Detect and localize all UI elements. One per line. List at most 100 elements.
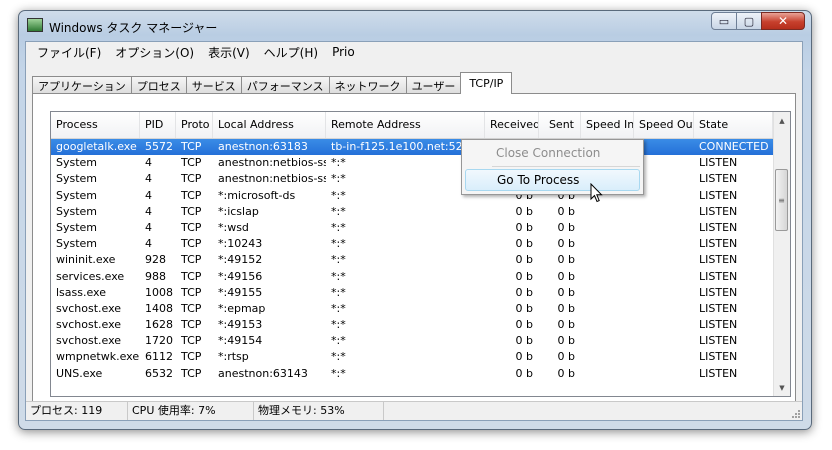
table-row[interactable]: lsass.exe 1008 TCP *:49155 *:* 0 b 0 b LISTEN [51,285,790,301]
title-bar[interactable]: Windows タスク マネージャー ▭ ▢ ✕ [19,11,811,41]
tab-processes[interactable]: プロセス [130,76,187,94]
cell-state: LISTEN [699,318,738,332]
scroll-up-button[interactable]: ▲ [774,112,790,129]
scroll-thumb[interactable]: ≡ [775,169,788,231]
menu-file[interactable]: ファイル(F) [30,44,108,61]
table-row[interactable]: wmpnetwk.exe 6112 TCP *:rtsp *:* 0 b 0 b LISTEN [51,349,790,365]
status-processes: プロセス: 119 [26,402,128,420]
tab-applications[interactable]: アプリケーション [32,76,132,94]
cell-proto: TCP [181,350,202,364]
cell-sent: 0 b [557,301,575,315]
table-row[interactable]: System4TCPanestnon:netbios-ssn*:*0 b0 bL… [51,155,790,171]
cell-pid: 1008 [145,285,173,299]
tab-services[interactable]: サービス [185,76,242,94]
list-header: Process PID Proto Local Address Remote A… [51,112,790,139]
maximize-button[interactable]: ▢ [736,12,762,30]
cell-pid: 928 [145,253,166,267]
tab-tcpip[interactable]: TCP/IP [460,72,513,94]
table-row[interactable]: System 4 TCP *:10243 *:* 0 b 0 b LISTEN [51,236,790,252]
cell-received: 0 b [515,318,533,332]
cell-pid: 4 [145,188,152,202]
resize-grip-icon[interactable] [790,408,800,418]
column-header-proto[interactable]: Proto [176,112,213,138]
cell-speed-out [634,204,694,220]
cell-state: LISTEN [699,285,738,299]
table-row[interactable]: System 4 TCP *:icslap *:* 0 b 0 b LISTEN [51,204,790,220]
cell-received: 0 b [515,334,533,348]
cell-local-address: anestnon:63143 [218,366,308,380]
cell-pid: 1408 [145,301,173,315]
cell-speed-in [581,285,634,301]
connection-list[interactable]: Process PID Proto Local Address Remote A… [50,111,791,397]
cell-process: System [56,204,98,218]
up-arrow-icon: ▲ [779,116,785,125]
menu-item-go-to-process[interactable]: Go To Process [465,169,640,191]
column-header-sent[interactable]: Sent [539,112,581,138]
tab-users[interactable]: ユーザー [405,76,462,94]
table-row[interactable]: UNS.exe 6532 TCP anestnon:63143 *:* 0 b 0 b LIS… [51,366,790,382]
cell-remote-address: *:* [331,253,346,267]
cell-speed-out [634,366,694,382]
menu-options[interactable]: オプション(O) [108,44,201,61]
cell-received: 0 b [515,253,533,267]
table-row[interactable]: svchost.exe 1408 TCP *:epmap *:* 0 b 0 b LISTEN [51,301,790,317]
status-bar: プロセス: 119 CPU 使用率: 7% 物理メモリ: 53% [26,401,802,420]
table-row[interactable]: System4TCPanestnon:netbios-ssn*:*0 b0 bL… [51,171,790,187]
cell-process: wininit.exe [56,253,116,267]
minimize-icon: ▭ [718,14,730,28]
menu-help[interactable]: ヘルプ(H) [257,44,325,61]
vertical-scrollbar[interactable]: ▲ ≡ ▼ [773,112,790,396]
column-header-speed-out[interactable]: Speed Out [634,112,694,138]
column-header-process[interactable]: Process [51,112,140,138]
cell-speed-out [634,285,694,301]
menu-view[interactable]: 表示(V) [201,44,257,61]
cell-remote-address: *:* [331,204,346,218]
status-cpu-usage: CPU 使用率: 7% [128,402,254,420]
cell-pid: 4 [145,204,152,218]
cell-remote-address: *:* [331,285,346,299]
cell-received: 0 b [515,237,533,251]
cell-speed-out [634,236,694,252]
minimize-button[interactable]: ▭ [711,12,737,30]
cell-pid: 6532 [145,366,173,380]
cell-remote-address: *:* [331,334,346,348]
column-header-state[interactable]: State [694,112,773,138]
cell-state: LISTEN [699,334,738,348]
menu-bar: ファイル(F) オプション(O) 表示(V) ヘルプ(H) Prio [26,42,802,62]
tab-performance[interactable]: パフォーマンス [240,76,330,94]
cell-process: svchost.exe [56,301,122,315]
task-manager-icon [27,18,43,32]
cell-speed-in [581,349,634,365]
table-row[interactable]: services.exe 988 TCP *:49156 *:* 0 b 0 b LISTEN [51,269,790,285]
column-header-speed-in[interactable]: Speed In [581,112,634,138]
cell-proto: TCP [181,285,202,299]
column-header-local-address[interactable]: Local Address [213,112,326,138]
column-header-received[interactable]: Received [485,112,539,138]
table-row[interactable]: svchost.exe 1628 TCP *:49153 *:* 0 b 0 b LISTEN [51,317,790,333]
table-row[interactable]: System 4 TCP *:wsd *:* 0 b 0 b LISTEN [51,220,790,236]
menu-prio[interactable]: Prio [325,45,362,59]
table-row[interactable]: System 4 TCP *:microsoft-ds *:* 0 b0 b LISTEN [51,188,790,204]
scroll-down-button[interactable]: ▼ [774,379,790,396]
close-button[interactable]: ✕ [761,12,805,30]
window-controls: ▭ ▢ ✕ [711,12,805,30]
cell-remote-address: *:* [331,366,346,380]
cell-process: lsass.exe [56,285,106,299]
column-header-pid[interactable]: PID [140,112,176,138]
cell-process: svchost.exe [56,334,122,348]
menu-item-close-connection[interactable]: Close Connection [465,142,640,164]
cell-speed-in [581,301,634,317]
cell-speed-in [581,333,634,349]
cell-speed-out [634,301,694,317]
cell-proto: TCP [181,188,202,202]
table-row[interactable]: wininit.exe 928 TCP *:49152 *:* 0 b 0 b LISTEN [51,252,790,268]
table-row[interactable]: googletalk.exe 5572 TCP anestnon:63183 tb-in… [51,139,790,156]
tab-networking[interactable]: ネットワーク [328,76,407,94]
column-header-remote-address[interactable]: Remote Address [326,112,485,138]
cell-state: CONNECTED [699,140,769,153]
cell-sent: 0 b [557,269,575,283]
cell-local-address: *:wsd [218,220,249,234]
table-row[interactable]: svchost.exe 1720 TCP *:49154 *:* 0 b 0 b LISTEN [51,333,790,349]
cell-sent: 0 b [557,366,575,380]
menu-separator [492,166,640,167]
